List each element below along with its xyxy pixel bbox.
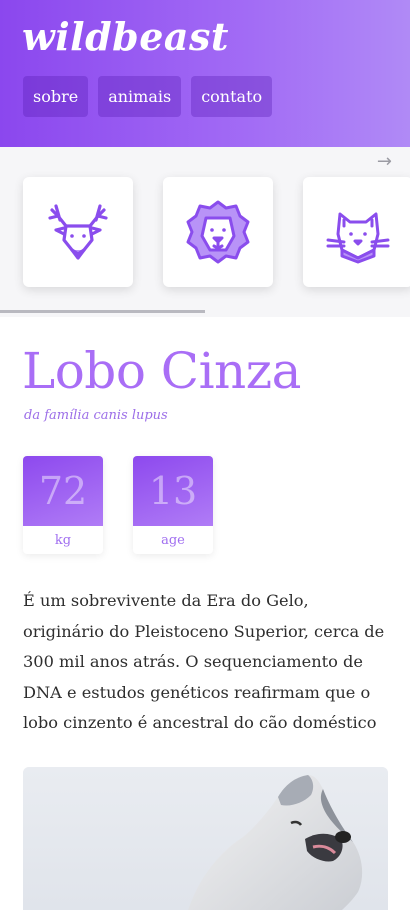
lion-icon [186,200,250,264]
animal-family: da família canis lupus [24,408,168,423]
stat-card-age: 13 age [133,456,213,554]
carousel-card-cat[interactable] [303,177,410,287]
nav-link-contato[interactable]: contato [191,76,273,117]
stat-card-weight: 72 kg [23,456,103,554]
main-nav: sobre animais contato [23,76,273,117]
stat-label: kg [54,532,72,548]
site-logo[interactable]: wildbeast [22,14,229,59]
howling-wolf-photo [23,767,388,910]
cat-icon [326,212,390,264]
stat-label: age [161,532,185,548]
nav-link-sobre[interactable]: sobre [23,76,89,117]
carousel-scroll-thumb[interactable] [0,310,205,313]
animal-description: É um sobrevivente da Era do Gelo, origin… [23,591,385,732]
animal-name: Lobo Cinza [22,342,301,400]
carousel-scrollbar[interactable] [0,310,410,313]
stat-value: 13 [133,456,213,526]
arrow-right-icon[interactable]: → [377,151,392,172]
carousel-card-lion[interactable] [163,177,273,287]
deer-icon [48,204,108,260]
animal-photo [23,767,388,910]
nav-link-animais[interactable]: animais [98,76,182,117]
stat-value: 72 [23,456,103,526]
carousel-card-deer[interactable] [23,177,133,287]
animal-carousel: → [0,147,410,317]
site-header: wildbeast sobre animais contato [0,0,410,147]
